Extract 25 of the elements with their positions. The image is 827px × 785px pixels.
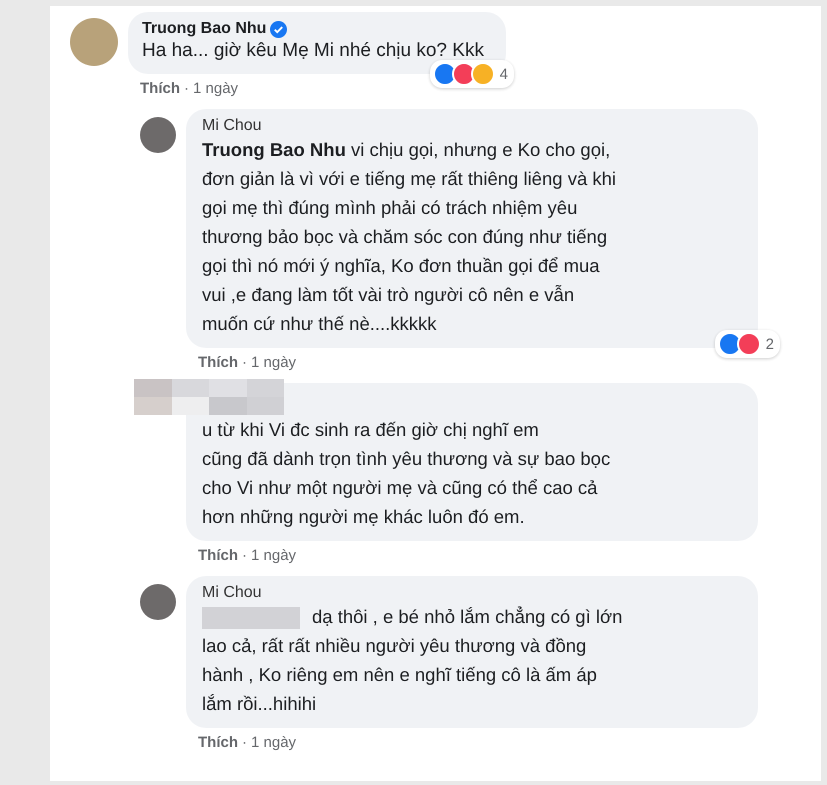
comment-text: dạ thôi , e bé nhỏ lắm chẳng có gì lớn lao cả, rất rất nhiều người yêu thương và đồng hành , Ko riêng em nên e nghĩ tiếng cô là ấm áp lắm rồi...hihihi (202, 606, 622, 714)
like-link[interactable]: Thích (198, 547, 238, 564)
avatar[interactable] (140, 584, 176, 620)
love-reaction-icon (736, 332, 761, 356)
like-link[interactable]: Thích (198, 354, 238, 371)
haha-reaction-icon (470, 62, 495, 86)
comment-time: 1 ngày (251, 547, 296, 564)
separator-dot: · (184, 80, 189, 97)
separator-dot: · (242, 734, 247, 751)
like-link[interactable]: Thích (140, 80, 180, 97)
comment-text: Truong Bao Nhu vi chịu gọi, nhưng e Ko cho gọi, đơn giản là vì với e tiếng mẹ rất thiêng liêng và khi gọi mẹ thì đúng mình phải có trách nhiệm yêu thương bảo bọc và chăm sóc con đúng như tiếng gọi thì nó mới ý nghĩa, Ko đơn thuần gọi để mua vui ,e đang làm tốt vài trò người cô nên e vẫn muốn cứ như thế nè....kkkkk (202, 139, 616, 334)
comment-text: u từ khi Vi đc sinh ra đến giờ chị nghĩ em cũng đã dành trọn tình yêu thương và sự bao bọc cho Vi như một người mẹ và cũng có thể cao cả hơn những người mẹ khác luôn đó em. (202, 419, 610, 527)
comment-time: 1 ngày (193, 80, 238, 97)
author-name[interactable]: Mi Chou (202, 584, 262, 602)
author-name[interactable]: Mi Chou (202, 117, 262, 135)
comment-text: Ha ha... giờ kêu Mẹ Mi nhé chịu ko? Kkk (142, 39, 484, 63)
comment-time: 1 ngày (251, 734, 296, 751)
comment-time: 1 ngày (251, 354, 296, 371)
separator-dot: · (242, 354, 247, 371)
avatar[interactable] (140, 117, 176, 153)
like-link[interactable]: Thích (198, 734, 238, 751)
separator-dot: · (242, 547, 247, 564)
reaction-summary[interactable]: 4 (430, 60, 514, 88)
author-name[interactable]: Truong Bao Nhu (142, 20, 266, 38)
reaction-summary[interactable]: 2 (714, 330, 780, 358)
